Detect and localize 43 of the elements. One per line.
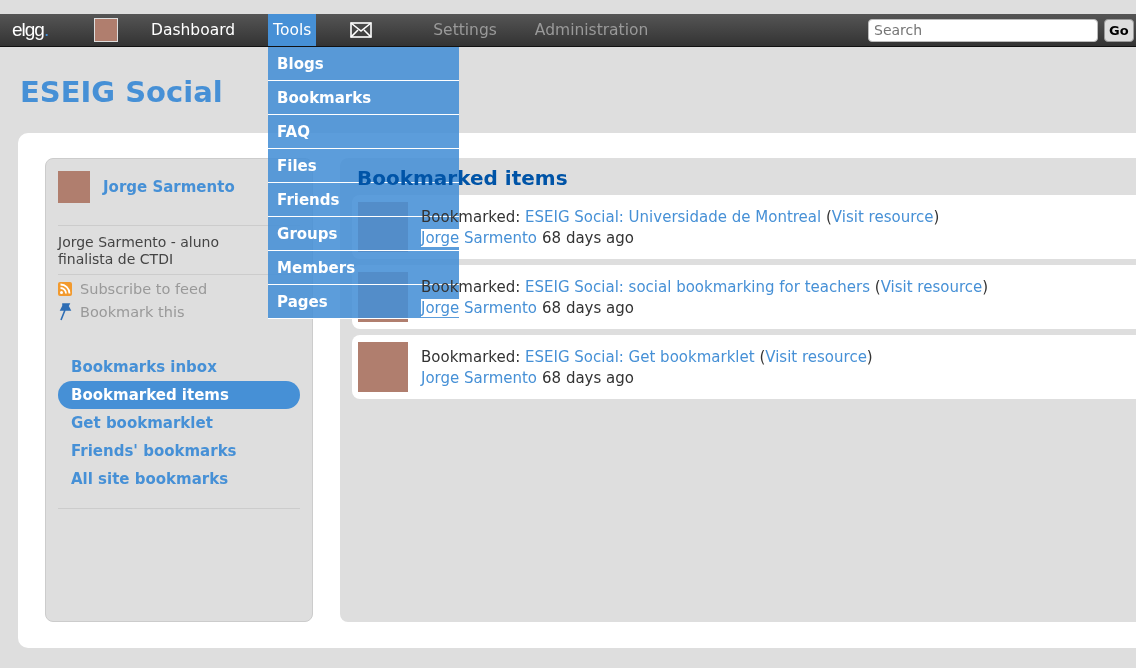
site-title[interactable]: ESEIG Social	[20, 75, 223, 133]
sidebar-menu-item[interactable]: Bookmarks inbox	[58, 352, 300, 381]
bookmark-link[interactable]: ESEIG Social: Get bookmarklet	[525, 347, 755, 366]
action-link[interactable]: Subscribe to feed	[80, 280, 208, 297]
go-button[interactable]: Go	[1104, 18, 1134, 42]
nav-link[interactable]: Tools	[268, 14, 317, 46]
sidebar-menu-item[interactable]: All site bookmarks	[58, 464, 300, 493]
author-link[interactable]: Jorge Sarmento	[421, 228, 538, 247]
sidebar-menu-item[interactable]: Bookmarked items	[58, 380, 300, 409]
owner-name[interactable]: Jorge Sarmento	[103, 178, 235, 196]
menu-item[interactable]: Friends	[277, 190, 340, 209]
bookmark-summary: Bookmarked: ESEIG Social: Universidade de Montreal (Visit resource)	[421, 207, 940, 226]
bookmark-link[interactable]: ESEIG Social: social bookmarking for teachers	[525, 277, 870, 296]
logo[interactable]: elgg.	[12, 19, 82, 41]
bookmark-link[interactable]: Visit resource	[880, 277, 983, 296]
bookmark-link[interactable]: ESEIG Social: Universidade de Montreal	[525, 207, 822, 226]
bookmark-link[interactable]: Visit resource	[831, 207, 934, 226]
menu-item[interactable]: Bookmarks	[277, 88, 372, 107]
action-link[interactable]: Bookmark this	[80, 303, 185, 320]
timestamp: 68 days ago	[542, 368, 634, 387]
menu-item[interactable]: Files	[277, 156, 317, 175]
bookmark-summary: Bookmarked: ESEIG Social: social bookmarking for teachers (Visit resource)	[421, 277, 989, 296]
nav-link[interactable]: Administration	[529, 14, 654, 46]
author-link[interactable]: Jorge Sarmento	[421, 368, 538, 387]
nav-link[interactable]: Settings	[428, 14, 502, 46]
menu-item[interactable]: FAQ	[277, 122, 310, 141]
bookmark-link[interactable]: Visit resource	[765, 347, 867, 366]
sidebar-menu-item[interactable]: Get bookmarklet	[58, 408, 300, 437]
bookmark-summary: Bookmarked: ESEIG Social: Get bookmarklet (Visit resource)	[421, 347, 873, 366]
author-link[interactable]: Jorge Sarmento	[421, 298, 538, 317]
timestamp: 68 days ago	[542, 298, 634, 317]
menu-item[interactable]: Blogs	[277, 54, 324, 73]
envelope-icon[interactable]	[350, 22, 373, 38]
menu-item[interactable]: Pages	[277, 292, 328, 311]
rss-feed-icon	[58, 281, 72, 296]
pushpin-icon	[58, 302, 72, 321]
menu-item[interactable]: Members	[277, 258, 356, 277]
sidebar-menu-item[interactable]: Friends' bookmarks	[58, 436, 300, 465]
nav-link[interactable]: Dashboard	[146, 14, 241, 46]
timestamp: 68 days ago	[542, 228, 634, 247]
menu-item[interactable]: Groups	[277, 224, 338, 243]
search-field[interactable]: Search	[868, 18, 1098, 42]
avatar-placeholder[interactable]	[94, 18, 118, 42]
